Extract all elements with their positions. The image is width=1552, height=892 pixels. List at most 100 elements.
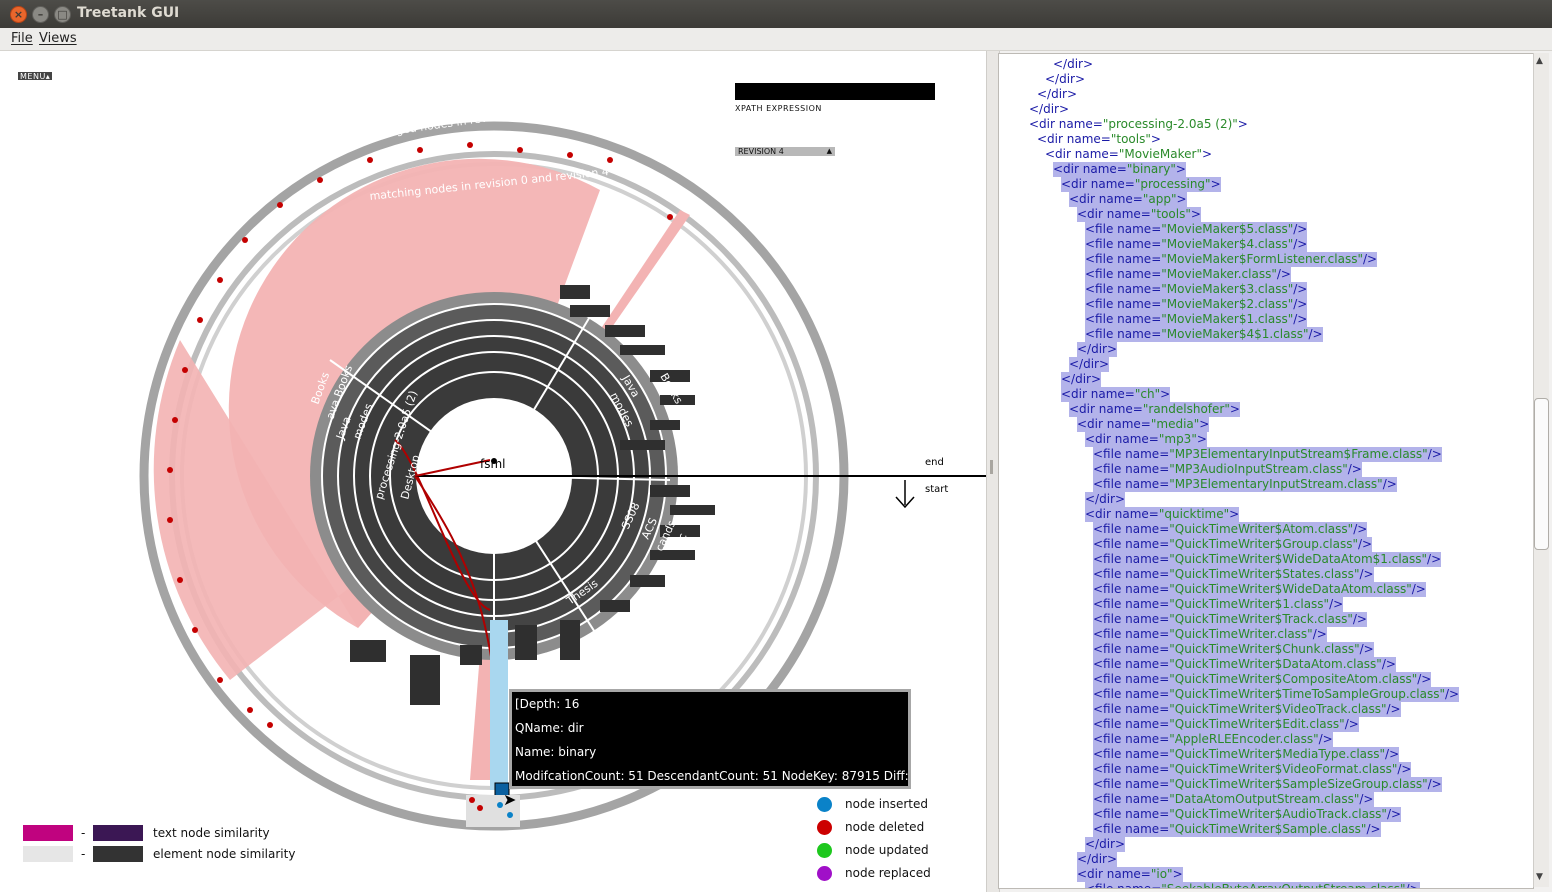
- window-maximize-button[interactable]: □: [54, 6, 71, 23]
- caret-up-icon: ▲: [826, 147, 832, 155]
- xml-line[interactable]: <file name="MovieMaker.class"/>: [1085, 267, 1291, 282]
- text-similarity-high-swatch: [93, 825, 143, 841]
- xml-line[interactable]: </dir>: [1053, 57, 1093, 72]
- xml-line[interactable]: <file name="QuickTimeWriter$CompositeAto…: [1093, 672, 1432, 687]
- element-similarity-label: element node similarity: [153, 847, 296, 861]
- xml-line[interactable]: <file name="MovieMaker$5.class"/>: [1085, 222, 1308, 237]
- xml-line[interactable]: <file name="MP3ElementaryInputStream.cla…: [1093, 477, 1397, 492]
- element-similarity-dash: -: [81, 847, 86, 861]
- xml-line[interactable]: <file name="QuickTimeWriter$Chunk.class"…: [1093, 642, 1374, 657]
- xml-line[interactable]: <dir name="ch">: [1061, 387, 1171, 402]
- node-tooltip: [Depth: 16 QName: dir Name: binary Modif…: [509, 689, 976, 789]
- tooltip-name: Name: binary: [515, 745, 597, 759]
- xml-line[interactable]: <file name="MovieMaker$4$1.class"/>: [1085, 327, 1323, 342]
- xml-line[interactable]: </dir>: [1085, 492, 1126, 507]
- xml-line[interactable]: <dir name="quicktime">: [1085, 507, 1240, 522]
- xml-line[interactable]: <file name="QuickTimeWriter$SampleSizeGr…: [1093, 777, 1442, 792]
- revision-select-value: REVISION 4: [738, 147, 784, 156]
- xml-line[interactable]: <file name="QuickTimeWriter$TimeToSample…: [1093, 687, 1460, 702]
- xml-line[interactable]: <file name="SeekableByteArrayOutputStrea…: [1085, 882, 1420, 888]
- legend-deleted: node deleted: [845, 820, 925, 834]
- xpath-input[interactable]: [735, 83, 935, 100]
- xml-line[interactable]: <dir name="io">: [1077, 867, 1183, 882]
- xml-line[interactable]: <file name="MovieMaker$FormListener.clas…: [1085, 252, 1378, 267]
- end-label: end: [925, 457, 944, 468]
- xml-line[interactable]: </dir>: [1085, 837, 1126, 852]
- viz-menu-label: MENU: [20, 72, 46, 81]
- xml-line[interactable]: <file name="QuickTimeWriter$Atom.class"/…: [1093, 522, 1368, 537]
- xml-line[interactable]: <file name="QuickTimeWriter$VideoTrack.c…: [1093, 702, 1401, 717]
- updated-dot-icon: [817, 843, 832, 858]
- inserted-dot-icon: [817, 797, 832, 812]
- xml-line[interactable]: <file name="QuickTimeWriter$Edit.class"/…: [1093, 717, 1359, 732]
- window-title: Treetank GUI: [77, 5, 180, 21]
- xml-line[interactable]: <dir name="tools">: [1037, 132, 1161, 147]
- xml-line[interactable]: <file name="MP3AudioInputStream.class"/>: [1093, 462, 1362, 477]
- window-minimize-button[interactable]: –: [32, 6, 49, 23]
- xml-line[interactable]: <file name="MP3ElementaryInputStream$Fra…: [1093, 447, 1442, 462]
- text-similarity-low-swatch: [23, 825, 73, 841]
- xml-line[interactable]: </dir>: [1069, 357, 1110, 372]
- tooltip-details: ModifcationCount: 51 DescendantCount: 51…: [515, 769, 977, 783]
- menu-views[interactable]: Views: [39, 31, 77, 46]
- xml-line[interactable]: <dir name="MovieMaker">: [1045, 147, 1212, 162]
- xml-line[interactable]: <file name="MovieMaker$2.class"/>: [1085, 297, 1308, 312]
- menu-file[interactable]: File: [11, 31, 33, 46]
- xml-line[interactable]: </dir>: [1037, 87, 1077, 102]
- viz-menu-button[interactable]: MENU▴: [18, 72, 53, 81]
- xml-line[interactable]: <dir name="randelshofer">: [1069, 402, 1240, 417]
- xml-line[interactable]: <file name="QuickTimeWriter$AudioTrack.c…: [1093, 807, 1402, 822]
- xml-line[interactable]: <file name="QuickTimeWriter$WideDataAtom…: [1093, 582, 1426, 597]
- xml-line[interactable]: </dir>: [1077, 342, 1118, 357]
- xml-line[interactable]: <file name="QuickTimeWriter$DataAtom.cla…: [1093, 657, 1396, 672]
- xml-line[interactable]: <file name="QuickTimeWriter$Track.class"…: [1093, 612, 1367, 627]
- xml-scrollbar-thumb[interactable]: [1534, 398, 1549, 550]
- legend-inserted: node inserted: [845, 797, 928, 811]
- xml-line[interactable]: </dir>: [1045, 72, 1085, 87]
- xml-text-view[interactable]: </dir> </dir> </dir> </dir> <dir name="proce…: [998, 53, 1534, 889]
- maximize-icon: □: [57, 8, 68, 21]
- xml-line[interactable]: <dir name="processing-2.0a5 (2)">: [1029, 117, 1248, 132]
- element-similarity-high-swatch: [93, 846, 143, 862]
- scroll-up-icon[interactable]: ▲: [1536, 56, 1543, 66]
- replaced-dot-icon: [817, 866, 832, 881]
- xml-line[interactable]: <file name="QuickTimeWriter$Group.class"…: [1093, 537, 1373, 552]
- tooltip-qname: QName: dir: [515, 721, 584, 735]
- xml-line[interactable]: <file name="QuickTimeWriter$MediaType.cl…: [1093, 747, 1400, 762]
- xml-line[interactable]: <dir name="binary">: [1053, 162, 1186, 177]
- inserted-bar: [490, 620, 508, 790]
- revision-select[interactable]: REVISION 4 ▲: [735, 147, 835, 156]
- window-close-button[interactable]: ×: [10, 6, 27, 23]
- xml-line[interactable]: <file name="QuickTimeWriter$Sample.class…: [1093, 822, 1381, 837]
- xml-line[interactable]: <dir name="app">: [1069, 192, 1187, 207]
- center-label: fsml: [480, 457, 506, 471]
- splitter-grip-icon[interactable]: [990, 460, 993, 474]
- start-label: start: [925, 484, 948, 495]
- xml-line[interactable]: <file name="MovieMaker$1.class"/>: [1085, 312, 1308, 327]
- xml-line[interactable]: <file name="QuickTimeWriter$WideDataAtom…: [1093, 552, 1442, 567]
- xml-line[interactable]: <file name="AppleRLEEncoder.class"/>: [1093, 732, 1333, 747]
- element-similarity-low-swatch: [23, 846, 73, 862]
- minimize-icon: –: [37, 8, 44, 21]
- deleted-dot-icon: [817, 820, 832, 835]
- xml-line[interactable]: <file name="DataAtomOutputStream.class"/…: [1093, 792, 1374, 807]
- close-icon: ×: [13, 8, 24, 21]
- xml-line[interactable]: <file name="QuickTimeWriter.class"/>: [1093, 627, 1327, 642]
- text-similarity-dash: -: [81, 826, 86, 840]
- xml-line[interactable]: <file name="MovieMaker$4.class"/>: [1085, 237, 1308, 252]
- xml-line[interactable]: </dir>: [1077, 852, 1118, 867]
- xml-line[interactable]: </dir>: [1061, 372, 1102, 387]
- xml-line[interactable]: <dir name="mp3">: [1085, 432, 1207, 447]
- legend-updated: node updated: [845, 843, 929, 857]
- xml-line[interactable]: <file name="QuickTimeWriter$1.class"/>: [1093, 597, 1344, 612]
- xml-line[interactable]: <dir name="media">: [1077, 417, 1210, 432]
- xml-line[interactable]: </dir>: [1029, 102, 1069, 117]
- scroll-down-icon[interactable]: ▼: [1536, 872, 1543, 882]
- xml-line[interactable]: <dir name="tools">: [1077, 207, 1201, 222]
- diff-wedge-right: [600, 210, 690, 330]
- xml-line[interactable]: <file name="QuickTimeWriter$VideoFormat.…: [1093, 762, 1412, 777]
- menu-bar: File Views: [0, 28, 1552, 51]
- xml-line[interactable]: <file name="MovieMaker$3.class"/>: [1085, 282, 1308, 297]
- xml-line[interactable]: <dir name="processing">: [1061, 177, 1221, 192]
- xml-line[interactable]: <file name="QuickTimeWriter$States.class…: [1093, 567, 1374, 582]
